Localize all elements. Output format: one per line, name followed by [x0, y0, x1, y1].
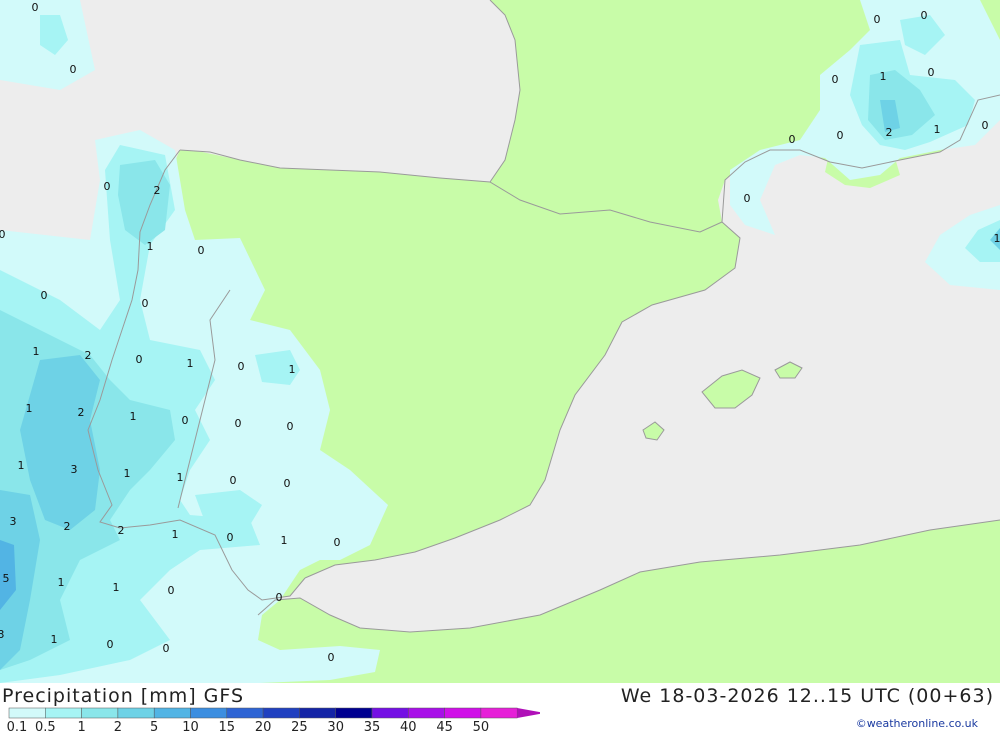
legend-label: 45	[436, 720, 453, 733]
precip-value-label: 0	[0, 228, 6, 241]
precip-value-label: 0	[107, 638, 114, 651]
legend-arrow	[517, 708, 540, 718]
precip-value-label: 0	[136, 353, 143, 366]
precip-value-label: 2	[118, 524, 125, 537]
precip-value-label: 0	[982, 119, 989, 132]
precip-value-label: 0	[284, 477, 291, 490]
precip-value-label: 1	[124, 467, 131, 480]
legend-label: 50	[473, 720, 490, 733]
footer-bar: Precipitation [mm] GFS We 18-03-2026 12.…	[0, 683, 1000, 733]
precip-value-label: 1	[58, 576, 65, 589]
precip-value-label: 0	[142, 297, 149, 310]
precip-value-label: 2	[85, 349, 92, 362]
precip-value-label: 2	[886, 126, 893, 139]
precip-value-label: 1	[187, 357, 194, 370]
precip-value-label: 5	[3, 572, 10, 585]
precip-value-label: 0	[70, 63, 77, 76]
legend-swatch	[81, 707, 119, 719]
precip-value-label: 1	[281, 534, 288, 547]
legend-swatch	[262, 707, 300, 719]
credit-link[interactable]: ©weatheronline.co.uk	[856, 717, 978, 730]
precip-value-label: 1	[26, 402, 33, 415]
legend-label: 20	[255, 720, 272, 733]
precip-value-label: 1	[18, 459, 25, 472]
legend-swatch	[45, 707, 82, 719]
precip-value-label: 1	[289, 363, 296, 376]
precip-value-label: 1	[934, 123, 941, 136]
precip-value-label: 3	[71, 463, 78, 476]
legend-swatch	[335, 707, 373, 719]
precip-value-label: 1	[33, 345, 40, 358]
precip-value-label: 1	[130, 410, 137, 423]
legend-swatch	[153, 707, 191, 719]
precip-value-label: 2	[78, 406, 85, 419]
precip-value-label: 0	[334, 536, 341, 549]
legend-swatch	[226, 707, 264, 719]
precip-value-label: 0	[163, 642, 170, 655]
precip-value-label: 3	[10, 515, 17, 528]
precip-value-label: 0	[874, 13, 881, 26]
precip-value-label: 0	[744, 192, 751, 205]
legend-label: 5	[150, 720, 158, 733]
precip-value-label: 2	[64, 520, 71, 533]
legend-label: 1	[77, 720, 85, 733]
precip-value-label: 0	[789, 133, 796, 146]
legend-label: 0.1	[7, 720, 28, 733]
precip-value-label: 1	[177, 471, 184, 484]
precip-value-label: 0	[168, 584, 175, 597]
precip-value-label: 0	[227, 531, 234, 544]
legend-swatch	[117, 707, 155, 719]
legend-label: 25	[291, 720, 308, 733]
legend-swatch	[408, 707, 445, 719]
precip-value-label: 0	[328, 651, 335, 664]
legend-label: 40	[400, 720, 417, 733]
legend-swatch	[371, 707, 409, 719]
color-legend: 0.1 0.5 1 2 5 10 15 20 25 30 35 40 45 50	[7, 707, 540, 733]
precip-value-label: 0	[837, 129, 844, 142]
precip-value-label: 0	[928, 66, 935, 79]
legend-swatch	[8, 707, 46, 719]
legend-swatch	[480, 707, 518, 719]
precip-value-label: 0	[832, 73, 839, 86]
precip-value-label: 0	[276, 591, 283, 604]
valid-time: We 18-03-2026 12..15 UTC (00+63)	[620, 685, 994, 707]
precip-value-label: 1	[147, 240, 154, 253]
precip-value-label: 1	[172, 528, 179, 541]
map-title: Precipitation [mm] GFS	[2, 685, 245, 707]
precip-value-label: 0	[230, 474, 237, 487]
legend-label: 0.5	[35, 720, 56, 733]
precip-value-label: 0	[235, 417, 242, 430]
precip-value-label: 0	[198, 244, 205, 257]
legend-swatch	[444, 707, 482, 719]
legend-label: 10	[182, 720, 199, 733]
legend-label: 15	[219, 720, 236, 733]
precip-value-label: 0	[921, 9, 928, 22]
precip-value-label: 1	[994, 232, 1000, 245]
precip-value-label: 1	[113, 581, 120, 594]
legend-label: 35	[364, 720, 381, 733]
precip-value-label: 1	[51, 633, 58, 646]
precip-value-label: 2	[154, 184, 161, 197]
precip-value-label: 0	[32, 1, 39, 14]
legend-label: 2	[114, 720, 122, 733]
precip-value-label: 0	[104, 180, 111, 193]
precip-value-label: 0	[287, 420, 294, 433]
map-canvas: 0 0 0 2 0 1 0 0 0 1 2 0 1 0 1 1 2 1 0 0 0 1 3 1 1 0 0 3 2 2 1 0 1 0 5 1 1 0 0 1…	[0, 0, 1000, 683]
legend-swatch	[299, 707, 336, 719]
legend-swatch	[190, 707, 228, 719]
precip-value-label: 0	[182, 414, 189, 427]
legend-label: 30	[327, 720, 344, 733]
precip-value-label: 0	[41, 289, 48, 302]
precipitation-map: 0 0 0 2 0 1 0 0 0 1 2 0 1 0 1 1 2 1 0 0 0 1 3 1 1 0 0 3 2 2 1 0 1 0 5 1 1 0 0 1…	[0, 0, 1000, 683]
precip-value-label: 3	[0, 628, 5, 641]
precip-value-label: 0	[238, 360, 245, 373]
precip-value-label: 1	[880, 70, 887, 83]
